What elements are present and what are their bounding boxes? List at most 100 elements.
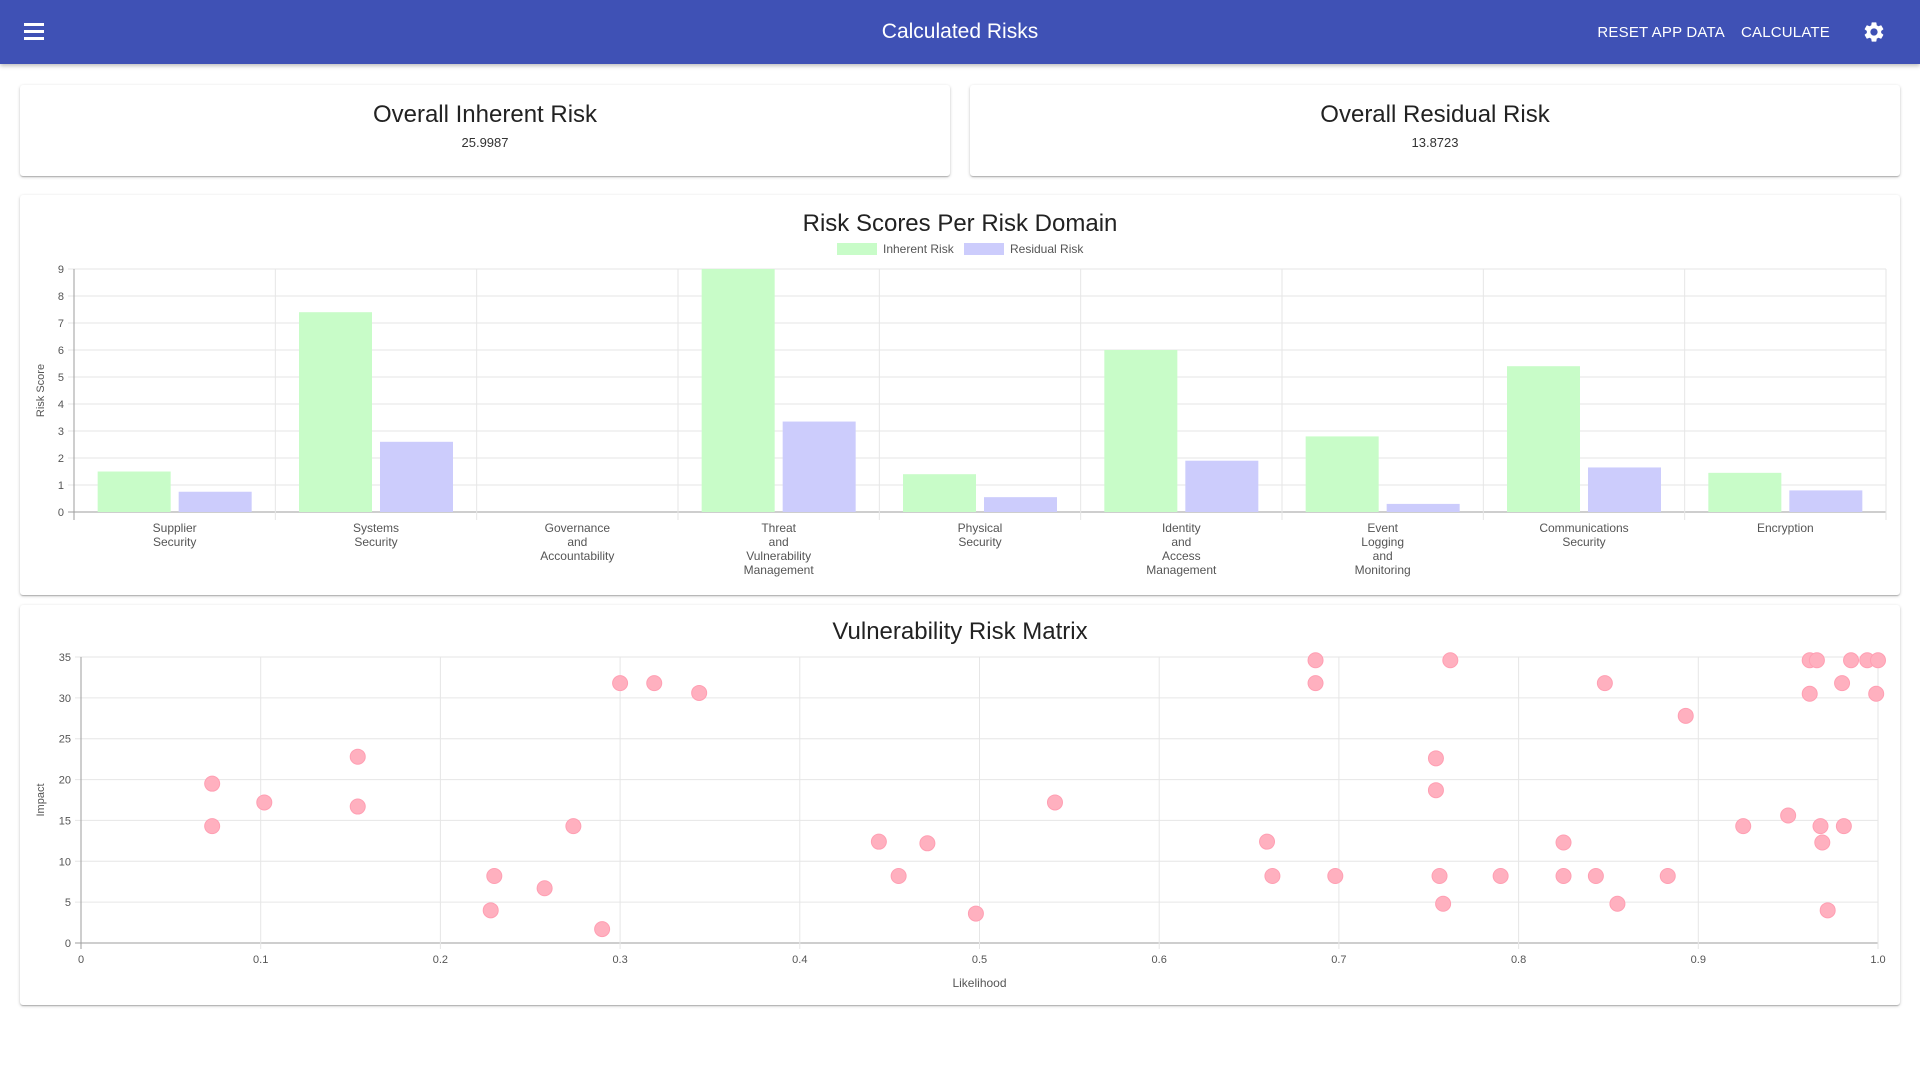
scatter-point <box>1442 652 1459 669</box>
bar-y-tick-label: 8 <box>58 291 64 303</box>
scatter-point <box>349 798 366 815</box>
bar-category-label-line: Communications <box>1539 521 1628 535</box>
scatter-x-tick-label: 0.8 <box>1511 954 1526 966</box>
scatter-point <box>1870 652 1886 669</box>
bar-residual <box>984 497 1057 512</box>
scatter-y-tick-label: 15 <box>59 815 71 827</box>
scatter-point <box>349 748 366 765</box>
legend-swatch <box>964 243 1004 255</box>
bar-category-label-line: Threat <box>761 521 796 535</box>
scatter-point <box>1812 818 1829 835</box>
bar-category-label-line: Management <box>744 563 815 577</box>
bar-chart: 0123456789Risk ScoreSupplier SecuritySyst… <box>35 242 1887 577</box>
scatter-point <box>1834 675 1851 692</box>
bar-category-label: Communications Security <box>1539 521 1628 549</box>
residual-risk-card: Overall Residual Risk 13.8723 <box>970 85 1900 176</box>
bar-residual <box>1386 503 1460 512</box>
bar-category-label: Encryption <box>1757 521 1814 535</box>
scatter-point <box>646 675 663 692</box>
scatter-point <box>1427 750 1444 767</box>
scatter-point <box>482 902 499 919</box>
bar-inherent <box>1305 436 1379 512</box>
gear-icon[interactable] <box>1862 20 1886 44</box>
bar-residual <box>782 421 856 512</box>
bar-residual <box>178 491 252 512</box>
scatter-point <box>1327 867 1344 884</box>
reset-app-data-button[interactable]: RESET APP DATA <box>1597 24 1725 41</box>
scatter-point <box>1868 685 1885 702</box>
scatter-point <box>1492 867 1509 884</box>
scatter-x-tick-label: 0.1 <box>253 954 268 966</box>
bar-y-tick-label: 6 <box>58 345 64 357</box>
scatter-y-tick-label: 0 <box>65 938 71 950</box>
scatter-point <box>1264 867 1281 884</box>
inherent-risk-title: Overall Inherent Risk <box>372 101 598 128</box>
bar-y-tick-label: 4 <box>58 399 64 411</box>
scatter-chart: 0 5 10 15 20 25 30 35 0 0.1 0.2 0.3 0.4 0.5 0.6 0.7 0.8 0… <box>35 652 1886 990</box>
bar-inherent <box>299 312 372 512</box>
scatter-point <box>1801 685 1818 702</box>
bar-y-tick-label: 1 <box>58 480 64 492</box>
scatter-point <box>256 794 273 811</box>
scatter-y-tick-label: 35 <box>59 652 71 664</box>
bar-category-label: Event Logging and Monitoring <box>1355 521 1411 577</box>
bar-category-label: Supplier Security <box>153 521 197 549</box>
bar-category-label-line: Governance <box>545 521 611 535</box>
bar-category-label: Governance and Accountability <box>540 521 614 563</box>
scatter-point <box>1659 867 1676 884</box>
bar-category-label-line: Encryption <box>1757 521 1814 535</box>
scatter-point <box>1587 867 1604 884</box>
menu-icon-bar <box>24 37 44 40</box>
scatter-point <box>691 684 708 701</box>
scatter-point <box>1808 652 1825 669</box>
scatter-x-tick-label: 0.6 <box>1152 954 1167 966</box>
bar-y-tick-label: 3 <box>58 426 64 438</box>
bar-category-label-line: and <box>769 535 789 549</box>
appbar-actions: RESET APP DATA CALCULATE <box>1597 0 1886 64</box>
bar-category-label-line: Security <box>354 535 397 549</box>
bar-residual <box>1789 490 1863 512</box>
menu-icon[interactable] <box>22 20 50 44</box>
legend-swatch <box>837 243 877 255</box>
bar-category-label-line: Physical <box>958 521 1003 535</box>
bar-inherent <box>701 269 775 512</box>
bar-category-label-line: Identity <box>1162 521 1201 535</box>
bar-inherent <box>903 474 976 512</box>
scatter-y-tick-label: 30 <box>59 693 71 705</box>
scatter-point <box>594 921 611 938</box>
scatter-point <box>486 867 503 884</box>
bar-category-label-line: Vulnerability <box>746 549 811 563</box>
scatter-x-tick-label: 0.4 <box>792 954 807 966</box>
bar-category-label: Systems Security <box>353 521 399 549</box>
calculate-button[interactable]: CALCULATE <box>1741 24 1830 41</box>
bar-category-label-line: Access <box>1162 549 1201 563</box>
scatter-point <box>870 833 887 850</box>
bar-inherent <box>1104 350 1178 512</box>
bar-category-label-line: Monitoring <box>1355 563 1411 577</box>
bar-category-label-line: and <box>1171 535 1191 549</box>
scatter-point <box>1431 867 1448 884</box>
scatter-y-axis-label: Impact <box>35 783 47 816</box>
bar-category-label-line: Logging <box>1361 535 1404 549</box>
scatter-point <box>1259 833 1276 850</box>
scatter-point <box>1819 902 1836 919</box>
legend-label: Residual Risk <box>1010 242 1084 256</box>
scatter-point <box>1835 818 1852 835</box>
scatter-point <box>1843 652 1860 669</box>
bar-category-label-line: Security <box>1562 535 1605 549</box>
scatter-point <box>612 675 629 692</box>
menu-icon-bar <box>24 23 44 26</box>
scatter-point <box>919 835 936 852</box>
menu-icon-bar <box>24 30 44 33</box>
bar-category-label: Identity and Access Management <box>1146 521 1217 577</box>
bar-category-label-line: Security <box>153 535 196 549</box>
bar-residual <box>380 441 453 512</box>
scatter-x-tick-label: 1.0 <box>1870 954 1885 966</box>
bar-category-label: Threat and Vulnerability Management <box>744 521 815 577</box>
scatter-point <box>1609 895 1626 912</box>
scatter-point <box>890 867 907 884</box>
risk-matrix-chart-card: Vulnerability Risk Matrix 0 5 10 15 20 25 30 35… <box>20 605 1900 1005</box>
scatter-point <box>1046 794 1063 811</box>
bar-y-tick-label: 5 <box>58 372 64 384</box>
scatter-x-axis-label: Likelihood <box>952 976 1006 990</box>
